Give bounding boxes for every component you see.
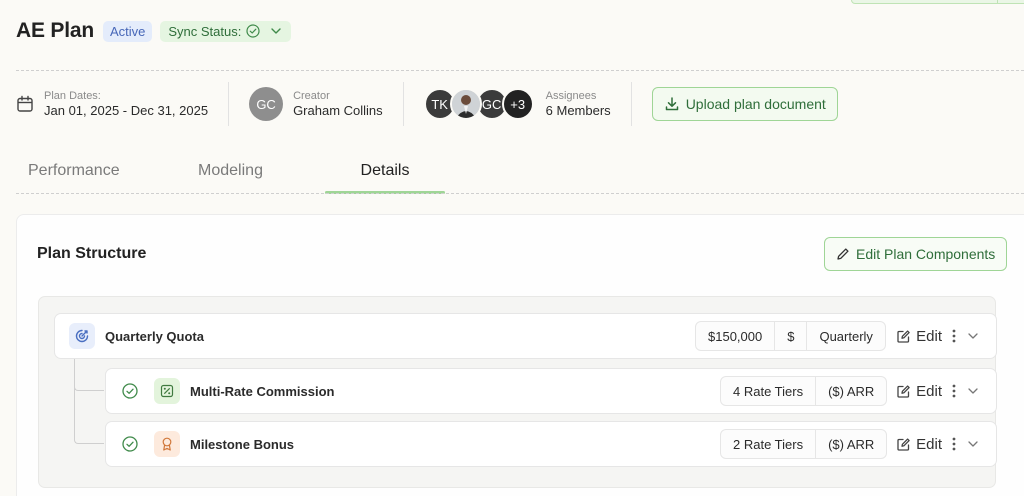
edit-icon bbox=[897, 384, 910, 398]
quota-amount: $150,000 bbox=[708, 328, 763, 344]
quota-summary-chips: $150,000 $ Quarterly bbox=[695, 321, 886, 351]
tab-modeling[interactable]: Modeling bbox=[136, 148, 325, 194]
avatar-photo bbox=[449, 88, 482, 120]
pencil-icon bbox=[837, 248, 849, 260]
more-options-icon[interactable] bbox=[950, 383, 958, 399]
percent-icon bbox=[154, 378, 180, 404]
row-actions: Edit bbox=[896, 328, 980, 345]
metric: ($) ARR bbox=[815, 377, 886, 405]
component-row[interactable]: Multi-Rate Commission 4 Rate Tiers ($) A… bbox=[105, 368, 997, 414]
component-summary-chips: 2 Rate Tiers ($) ARR bbox=[720, 429, 888, 459]
edit-button[interactable]: Edit bbox=[896, 436, 942, 453]
creator-name: Graham Collins bbox=[293, 102, 383, 118]
edit-label: Edit bbox=[916, 435, 942, 453]
metric: ($) ARR bbox=[815, 430, 886, 458]
meta-divider bbox=[228, 82, 230, 126]
component-summary-chips: 4 Rate Tiers ($) ARR bbox=[720, 376, 888, 406]
check-circle-icon bbox=[246, 24, 260, 38]
chevron-down-icon[interactable] bbox=[966, 329, 980, 343]
plan-dates: Plan Dates: Jan 01, 2025 - Dec 31, 2025 bbox=[16, 82, 208, 126]
rate-tiers: 4 Rate Tiers bbox=[733, 383, 804, 399]
rate-tiers: 2 Rate Tiers bbox=[733, 436, 804, 452]
check-circle-icon bbox=[122, 436, 138, 452]
target-icon bbox=[69, 323, 95, 349]
edit-button[interactable]: Edit bbox=[896, 328, 942, 345]
more-options-icon[interactable] bbox=[950, 436, 958, 452]
chevron-down-icon[interactable] bbox=[966, 437, 980, 451]
quota-period: Quarterly bbox=[806, 322, 884, 350]
meta-divider bbox=[402, 82, 404, 126]
section-title: Plan Structure bbox=[37, 245, 147, 262]
row-actions: Edit bbox=[896, 436, 980, 453]
assignees[interactable]: TK GC +3 Assignees 6 Members bbox=[423, 82, 611, 126]
upload-label: Upload plan document bbox=[685, 96, 826, 112]
sync-status-label: Sync Status: bbox=[168, 23, 242, 39]
tab-details[interactable]: Details bbox=[325, 148, 445, 194]
edit-icon bbox=[897, 437, 910, 451]
quota-row[interactable]: Quarterly Quota $150,000 $ Quarterly Edi… bbox=[54, 313, 997, 359]
download-icon bbox=[665, 97, 678, 111]
plan-structure-tree: Quarterly Quota $150,000 $ Quarterly Edi… bbox=[38, 296, 997, 488]
header-divider bbox=[16, 70, 1024, 71]
edit-label: Edit bbox=[916, 382, 942, 400]
edit-button[interactable]: Edit bbox=[896, 383, 942, 400]
top-action-strip[interactable] bbox=[851, 0, 1024, 4]
tab-performance[interactable]: Performance bbox=[16, 148, 136, 194]
more-options-icon[interactable] bbox=[950, 328, 958, 344]
plan-dates-value: Jan 01, 2025 - Dec 31, 2025 bbox=[44, 102, 209, 118]
edit-label: Edit bbox=[916, 327, 942, 345]
status-badge: Active bbox=[102, 20, 153, 42]
chevron-down-icon bbox=[271, 28, 282, 34]
edit-plan-components-label: Edit Plan Components bbox=[856, 246, 996, 262]
quota-name: Quarterly Quota bbox=[105, 328, 204, 344]
award-icon bbox=[154, 431, 180, 457]
page-header: AE Plan Active Sync Status: bbox=[16, 16, 292, 46]
sync-status-dropdown[interactable]: Sync Status: bbox=[160, 20, 292, 42]
component-name: Multi-Rate Commission bbox=[190, 383, 335, 399]
plan-meta-bar: Plan Dates: Jan 01, 2025 - Dec 31, 2025 … bbox=[16, 82, 838, 126]
upload-plan-document-button[interactable]: Upload plan document bbox=[651, 87, 838, 121]
chevron-down-icon[interactable] bbox=[966, 384, 980, 398]
plan-dates-label: Plan Dates: bbox=[44, 89, 101, 102]
creator-label: Creator bbox=[293, 89, 330, 102]
avatar-overflow-count: +3 bbox=[501, 88, 534, 120]
calendar-icon bbox=[17, 95, 33, 112]
strip-divider bbox=[997, 0, 998, 3]
tabs-divider bbox=[16, 193, 1024, 194]
page-title: AE Plan bbox=[16, 19, 94, 42]
component-row[interactable]: Milestone Bonus 2 Rate Tiers ($) ARR Edi… bbox=[105, 421, 997, 467]
quota-currency: $ bbox=[774, 322, 806, 350]
creator: GC Creator Graham Collins bbox=[249, 82, 383, 126]
plan-structure-card: Plan Structure Edit Plan Components Quar… bbox=[16, 214, 1024, 496]
component-name: Milestone Bonus bbox=[190, 436, 295, 452]
edit-plan-components-button[interactable]: Edit Plan Components bbox=[824, 237, 1008, 271]
edit-icon bbox=[897, 329, 910, 343]
tree-connector bbox=[74, 359, 104, 444]
assignee-avatar-stack[interactable]: TK GC +3 bbox=[423, 88, 534, 120]
creator-avatar: GC bbox=[249, 87, 284, 121]
assignees-label: Assignees bbox=[545, 89, 597, 102]
assignees-value: 6 Members bbox=[545, 102, 611, 118]
row-actions: Edit bbox=[896, 383, 980, 400]
check-circle-icon bbox=[122, 383, 138, 399]
tab-bar: Performance Modeling Details bbox=[16, 148, 445, 194]
meta-divider bbox=[630, 82, 632, 126]
